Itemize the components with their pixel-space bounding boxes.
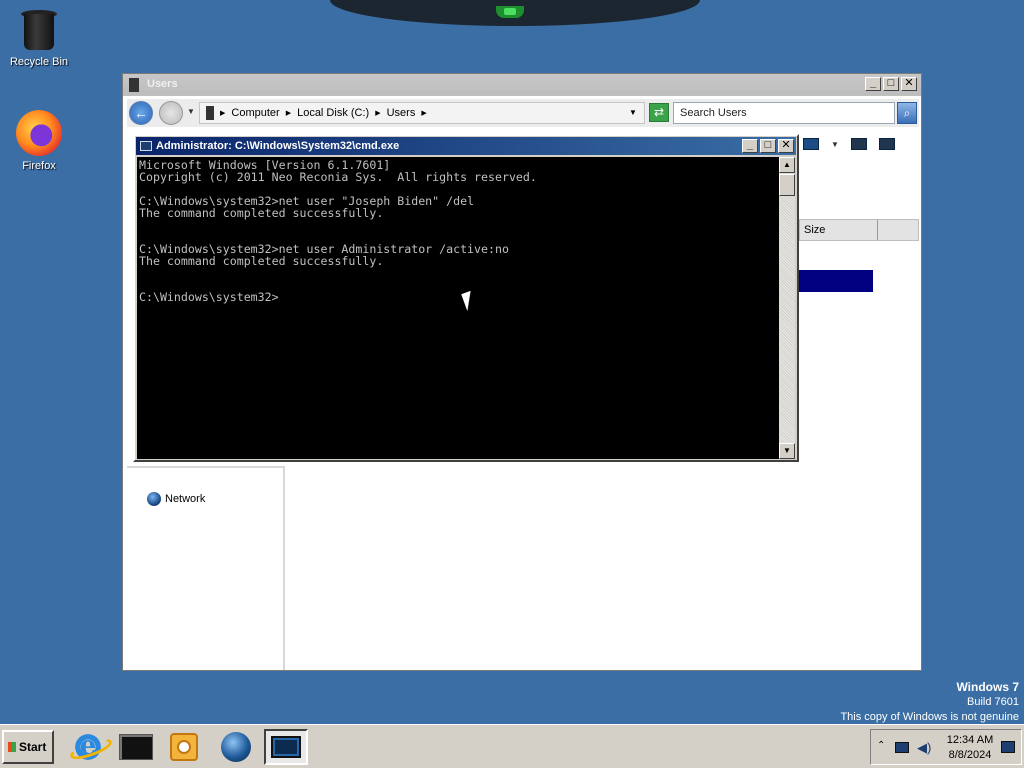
refresh-button[interactable]: ⇄ [649,103,669,122]
recycle-bin-icon [21,6,57,52]
close-button[interactable]: ✕ [778,139,794,153]
folder-icon [129,78,139,92]
maximize-button[interactable]: □ [883,77,899,91]
watermark-title: Windows 7 [956,680,1019,694]
desktop-icon-firefox[interactable]: Firefox [1,110,77,172]
show-desktop-icon[interactable] [1001,741,1015,753]
show-hidden-icons-icon[interactable]: ⌃ [877,740,885,751]
windows-watermark: Windows 7 Build 7601 This copy of Window… [840,680,1019,725]
scroll-up-icon[interactable]: ▲ [779,157,795,173]
windows-logo-icon [8,742,16,752]
breadcrumb-users[interactable]: Users [387,107,416,119]
desktop-icon-label: Firefox [22,160,56,172]
volume-icon[interactable]: ◀) [917,740,931,756]
minimize-button[interactable]: _ [742,139,758,153]
vertical-scrollbar[interactable]: ▲ ▼ [779,157,795,459]
terminal-icon [119,734,153,760]
address-bar: ← ▼ ▶ Computer ▶ Local Disk (C:) ▶ Users ▶ … [127,99,919,127]
console-output[interactable]: Microsoft Windows [Version 6.1.7601] Cop… [137,157,779,459]
taskbar: Start e ⌃ ◀) 12:34 AM 8/8/2024 [0,724,1024,768]
cmd-icon [271,736,301,758]
desktop-icon-label: Recycle Bin [9,56,69,68]
explorer-titlebar[interactable]: Users _ □ ✕ [123,74,921,96]
address-dropdown-icon[interactable]: ▼ [629,108,637,117]
start-label: Start [19,740,47,754]
history-dropdown-icon[interactable]: ▼ [187,107,195,116]
maximize-button[interactable]: □ [760,139,776,153]
navigation-pane: Network [127,466,285,670]
cmd-title: Administrator: C:\Windows\System32\cmd.e… [156,140,400,152]
address-field[interactable]: ▶ Computer ▶ Local Disk (C:) ▶ Users ▶ [199,102,645,124]
cmd-titlebar[interactable]: Administrator: C:\Windows\System32\cmd.e… [136,137,796,155]
firefox-icon [16,110,62,156]
column-header: Size [799,219,919,241]
clock-time: 12:34 AM [946,734,994,746]
start-button[interactable]: Start [2,730,54,764]
column-header-size[interactable]: Size [800,220,878,240]
view-toolbar: ▼ [803,138,895,150]
taskbar-app-terminal[interactable] [114,729,158,765]
scroll-down-icon[interactable]: ▼ [779,443,795,459]
watermark-build: Build 7601 [967,696,1019,708]
clock[interactable]: 12:34 AM 8/8/2024 [943,733,997,763]
close-button[interactable]: ✕ [901,77,917,91]
top-gadget [330,0,700,26]
back-button[interactable]: ← [129,101,153,125]
breadcrumb-computer[interactable]: Computer [231,107,279,119]
window-title: Users [147,78,178,90]
search-input[interactable]: Search Users [673,102,895,124]
desktop-icon-recycle-bin[interactable]: Recycle Bin [1,6,77,68]
taskbar-app-browser[interactable] [214,729,258,765]
internet-explorer-icon: e [73,732,103,762]
breadcrumb-local-disk[interactable]: Local Disk (C:) [297,107,369,119]
watermark-notice: This copy of Windows is not genuine [840,711,1019,723]
scroll-thumb[interactable] [779,174,795,196]
globe-icon [221,732,251,762]
preview-pane-icon[interactable] [850,138,867,150]
nav-item-network[interactable]: Network [147,492,205,506]
views-dropdown-icon[interactable]: ▼ [831,140,839,149]
media-player-icon [170,733,198,761]
minimize-button[interactable]: _ [865,77,881,91]
forward-button[interactable] [159,101,183,125]
cmd-icon [140,141,152,151]
drive-icon [206,106,214,120]
clock-date: 8/8/2024 [948,749,992,761]
network-icon [147,492,161,506]
help-icon[interactable] [878,138,895,150]
nav-item-label: Network [165,493,206,505]
display-icon[interactable] [895,742,909,753]
selected-row[interactable] [799,270,873,292]
search-icon[interactable]: ⌕ [897,102,917,124]
taskbar-app-internet-explorer[interactable]: e [66,729,110,765]
taskbar-app-cmd[interactable] [264,729,308,765]
taskbar-app-media-player[interactable] [162,729,206,765]
views-icon[interactable] [803,138,819,150]
system-tray: ⌃ ◀) 12:34 AM 8/8/2024 [870,729,1022,765]
status-led-icon [496,6,524,18]
